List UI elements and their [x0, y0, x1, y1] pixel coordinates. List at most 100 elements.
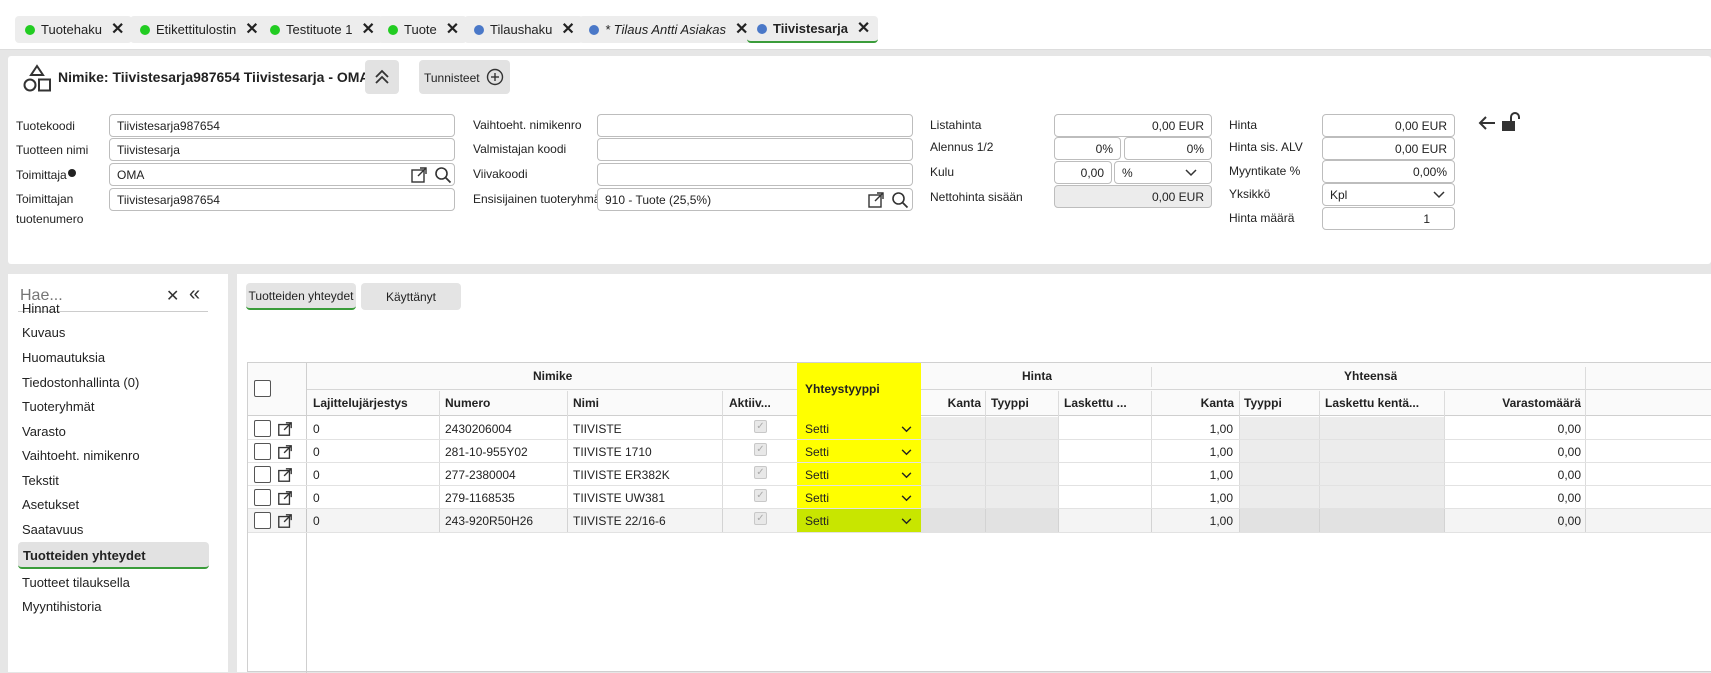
external-link-icon[interactable]: [277, 490, 293, 506]
chevron-down-icon: [901, 518, 912, 525]
chevron-double-left-icon[interactable]: «: [189, 283, 200, 306]
table-row[interactable]: 0 2430206004 TIIVISTE ✓ Setti 1,00 0,00: [248, 417, 1711, 439]
tab-tuote[interactable]: Tuote ✕: [378, 16, 468, 43]
shapes-icon: [23, 64, 51, 92]
row-checkbox[interactable]: [254, 512, 271, 529]
yhteystyyppi-select[interactable]: Setti: [805, 514, 829, 528]
yhteystyyppi-select[interactable]: Setti: [805, 468, 829, 482]
sidebar-item-vaihtoeht[interactable]: Vaihtoeht. nimikenro: [22, 448, 140, 463]
external-link-icon[interactable]: [277, 421, 293, 437]
table-row[interactable]: 0 243-920R50H26 TIIVISTE 22/16-6 ✓ Setti…: [248, 509, 1711, 532]
listahinta-field[interactable]: 0,00 EUR: [1054, 114, 1212, 137]
tab-tiivistesarja[interactable]: Tiivistesarja ✕: [747, 16, 879, 43]
select-all-checkbox[interactable]: [254, 380, 271, 397]
external-link-icon[interactable]: [410, 166, 428, 184]
vaihtoeht-field[interactable]: [597, 114, 913, 137]
arrow-left-icon[interactable]: [1477, 114, 1497, 132]
toimittajan-tuotenumero-field[interactable]: Tiivistesarja987654: [109, 188, 455, 211]
tuotekoodi-field[interactable]: Tiivistesarja987654: [109, 114, 455, 137]
col-hinta-laskettu[interactable]: Laskettu ...: [1064, 396, 1150, 410]
close-icon[interactable]: ✕: [111, 21, 124, 38]
tab-tuotehaku[interactable]: Tuotehaku ✕: [15, 16, 133, 43]
tab-kayttanyt[interactable]: Käyttänyt: [361, 283, 461, 310]
sidebar-item-kuvaus[interactable]: Kuvaus: [22, 325, 65, 340]
sidebar-item-huomautuksia[interactable]: Huomautuksia: [22, 350, 105, 365]
alennus-2-field[interactable]: 0%: [1124, 137, 1212, 160]
sidebar-item-hinnat[interactable]: Hinnat: [22, 301, 60, 316]
col-yhteensa-tyyppi[interactable]: Tyyppi: [1244, 396, 1282, 410]
col-varastomaara[interactable]: Varastomäärä: [1445, 396, 1581, 410]
viivakoodi-field[interactable]: [597, 163, 913, 186]
hinta-alv-field[interactable]: 0,00 EUR: [1322, 137, 1455, 160]
unlock-icon[interactable]: [1500, 112, 1522, 132]
close-icon[interactable]: ✕: [561, 21, 574, 38]
table-row[interactable]: 0 281-10-955Y02 TIIVISTE 1710 ✓ Setti 1,…: [248, 440, 1711, 462]
cell-lajittelu: 0: [313, 514, 320, 528]
sidebar-item-myyntihistoria[interactable]: Myyntihistoria: [22, 599, 101, 614]
external-link-icon[interactable]: [277, 444, 293, 460]
kulu-field[interactable]: 0,00: [1054, 161, 1112, 184]
toimittaja-field[interactable]: OMA: [109, 163, 455, 186]
tab-tilaus-antti-asiakas[interactable]: * Tilaus Antti Asiakas ✕: [579, 16, 757, 43]
tab-testituote-1[interactable]: Testituote 1 ✕: [260, 16, 383, 43]
alennus-1-field[interactable]: 0%: [1054, 137, 1121, 160]
sidebar-item-tekstit[interactable]: Tekstit: [22, 473, 59, 488]
sidebar-item-saatavuus[interactable]: Saatavuus: [22, 522, 83, 537]
cell-lajittelu: 0: [313, 468, 320, 482]
table-row[interactable]: 0 277-2380004 TIIVISTE ER382K ✓ Setti 1,…: [248, 463, 1711, 485]
tab-bar: Tuotehaku ✕ Etikettitulostin ✕ Testituote …: [0, 0, 1711, 50]
tab-tuotteiden-yhteydet[interactable]: Tuotteiden yhteydet: [246, 283, 356, 310]
ensisijainen-tuoteryhma-field[interactable]: 910 - Tuote (25,5%): [597, 188, 913, 211]
col-nimi[interactable]: Nimi: [573, 396, 599, 410]
col-hinta-kanta[interactable]: Kanta: [921, 396, 981, 410]
external-link-icon[interactable]: [277, 467, 293, 483]
row-checkbox[interactable]: [254, 466, 271, 483]
myyntikate-field[interactable]: 0,00%: [1322, 160, 1455, 183]
sidebar-item-tiedostonhallinta[interactable]: Tiedostonhallinta (0): [22, 375, 139, 390]
cell-numero: 277-2380004: [445, 468, 516, 482]
group-yhteystyyppi[interactable]: Yhteystyyppi: [805, 382, 880, 396]
external-link-icon[interactable]: [277, 513, 293, 529]
search-icon[interactable]: [434, 166, 452, 184]
nettohinta-field: 0,00 EUR: [1054, 185, 1212, 208]
yhteystyyppi-select[interactable]: Setti: [805, 445, 829, 459]
sidebar-item-tuoteryhmat[interactable]: Tuoteryhmät: [22, 399, 95, 414]
kulu-unit-select[interactable]: %: [1114, 161, 1212, 184]
sidebar-item-asetukset[interactable]: Asetukset: [22, 497, 79, 512]
aktiivinen-checkbox: ✓: [754, 420, 767, 433]
row-checkbox[interactable]: [254, 420, 271, 437]
yhteystyyppi-select[interactable]: Setti: [805, 491, 829, 505]
tab-etikettitulostin[interactable]: Etikettitulostin ✕: [130, 16, 267, 43]
info-icon[interactable]: [67, 169, 76, 177]
cell-numero: 243-920R50H26: [445, 514, 534, 528]
col-hinta-tyyppi[interactable]: Tyyppi: [991, 396, 1029, 410]
sidebar-item-tuotteiden-yhteydet[interactable]: Tuotteiden yhteydet: [18, 542, 209, 569]
tuotteen-nimi-field[interactable]: Tiivistesarja: [109, 138, 455, 161]
row-checkbox[interactable]: [254, 489, 271, 506]
close-icon[interactable]: ✕: [857, 20, 870, 37]
col-aktiivinen[interactable]: Aktiiv...: [729, 396, 793, 410]
close-icon[interactable]: ✕: [362, 21, 375, 38]
collapse-button[interactable]: [365, 60, 399, 94]
col-yhteensa-laskettu[interactable]: Laskettu kentä...: [1325, 396, 1439, 410]
cell-varastomaara: 0,00: [1557, 422, 1581, 436]
col-lajittelujarjestys[interactable]: Lajittelujärjestys: [313, 396, 408, 410]
table-row[interactable]: 0 279-1168535 TIIVISTE UW381 ✓ Setti 1,0…: [248, 486, 1711, 508]
external-link-icon[interactable]: [867, 191, 885, 209]
sidebar-item-varasto[interactable]: Varasto: [22, 424, 66, 439]
valmistajan-koodi-field[interactable]: [597, 138, 913, 161]
sidebar-item-tuotteet-tilauksella[interactable]: Tuotteet tilauksella: [22, 575, 130, 590]
yhteystyyppi-select[interactable]: Setti: [805, 422, 829, 436]
hinta-maara-field[interactable]: 1: [1322, 207, 1455, 230]
col-yhteensa-kanta[interactable]: Kanta: [1151, 396, 1234, 410]
search-icon[interactable]: [891, 191, 909, 209]
tab-tilaushaku[interactable]: Tilaushaku ✕: [464, 16, 583, 43]
cell-kanta: 1,00: [1209, 514, 1233, 528]
hinta-field[interactable]: 0,00 EUR: [1322, 114, 1455, 137]
col-numero[interactable]: Numero: [445, 396, 490, 410]
clear-icon[interactable]: ✕: [166, 286, 179, 306]
tunnisteet-button[interactable]: Tunnisteet: [419, 60, 510, 94]
close-icon[interactable]: ✕: [446, 21, 459, 38]
row-checkbox[interactable]: [254, 443, 271, 460]
close-icon[interactable]: ✕: [245, 21, 258, 38]
